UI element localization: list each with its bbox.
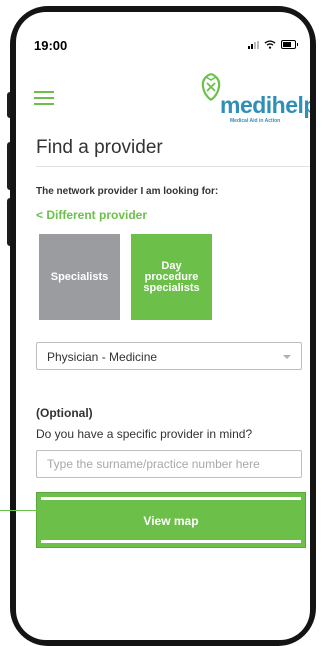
status-bar: 19:00 <box>16 12 310 53</box>
specific-provider-question: Do you have a specific provider in mind? <box>36 427 253 441</box>
provider-prompt: The network provider I am looking for: <box>36 186 219 197</box>
phone-screen: 19:00 medihelp Medical Aid in Action Fin… <box>16 12 310 640</box>
status-icons <box>248 40 298 49</box>
status-time: 19:00 <box>34 38 68 53</box>
medihelp-logo: medihelp Medical Aid in Action <box>196 72 310 128</box>
specialists-tile[interactable]: Specialists <box>39 234 120 320</box>
signal-icon <box>248 40 259 49</box>
chevron-down-icon <box>283 355 291 359</box>
view-map-label: View map <box>143 514 199 528</box>
provider-type-select[interactable]: Physician - Medicine <box>36 342 302 370</box>
title-divider <box>36 166 310 167</box>
logo-tagline: Medical Aid in Action <box>230 118 281 124</box>
optional-label: (Optional) <box>36 406 93 420</box>
provider-search-input[interactable] <box>36 450 302 478</box>
page-title: Find a provider <box>36 137 163 158</box>
battery-icon <box>281 40 298 49</box>
button-highlight-bottom <box>41 540 301 543</box>
select-value: Physician - Medicine <box>47 350 158 364</box>
wifi-icon <box>264 40 276 49</box>
day-procedure-specialists-tile[interactable]: Day procedure specialists <box>131 234 212 320</box>
button-highlight-top <box>41 497 301 500</box>
phone-frame: 19:00 medihelp Medical Aid in Action Fin… <box>10 6 316 646</box>
callout-pointer-line <box>0 510 38 511</box>
view-map-button[interactable]: View map <box>36 492 306 548</box>
hamburger-menu-icon[interactable] <box>34 91 54 105</box>
different-provider-link[interactable]: < Different provider <box>36 208 147 222</box>
logo-wordmark: medihelp <box>220 92 310 118</box>
